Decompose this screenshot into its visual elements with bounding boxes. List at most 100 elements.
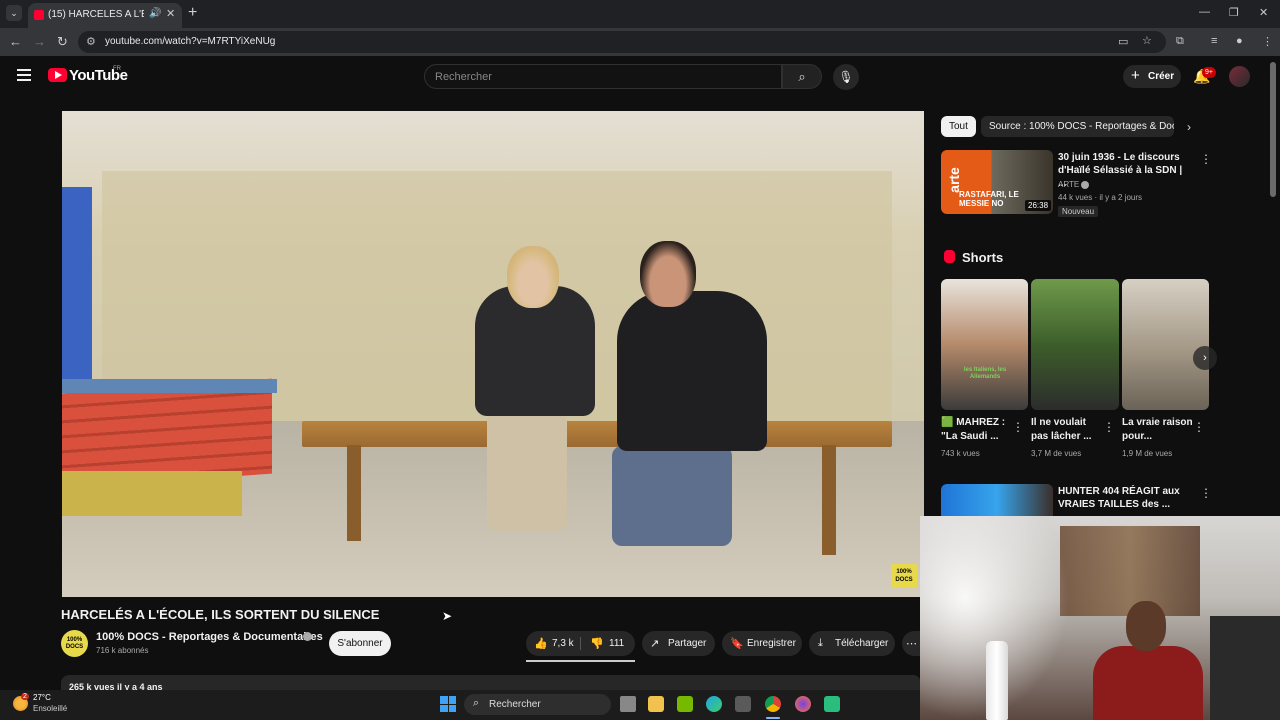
save-label: Enregistrer: [747, 638, 796, 649]
address-bar[interactable]: ⚙ youtube.com/watch?v=M7RTYiXeNUg ▭ ☆: [78, 31, 1166, 53]
browser-menu-icon[interactable]: ⋮: [1262, 35, 1273, 48]
close-window-icon[interactable]: ✕: [1259, 6, 1268, 19]
firefox-icon[interactable]: [795, 696, 811, 712]
task-view-icon[interactable]: [620, 696, 636, 712]
chevron-right-icon[interactable]: ›: [1193, 346, 1217, 370]
plus-icon: +: [1131, 67, 1140, 84]
recommended-title[interactable]: HUNTER 404 RÉAGIT aux VRAIES TAILLES des…: [1058, 485, 1198, 511]
menu-hamburger-icon[interactable]: [17, 69, 31, 84]
short-thumbnail[interactable]: les Italiens, les Allemands: [941, 279, 1028, 410]
chip-all[interactable]: Tout: [941, 116, 976, 137]
like-ratio-bar: [526, 660, 635, 662]
file-explorer-icon[interactable]: [648, 696, 664, 712]
youtube-favicon-icon: [34, 10, 44, 20]
search-icon[interactable]: ⌕: [782, 64, 822, 89]
account-avatar[interactable]: [1229, 66, 1250, 87]
page-scrollbar[interactable]: [1270, 62, 1276, 197]
video-title: HARCELÉS A L'ÉCOLE, ILS SORTENT DU SILEN…: [61, 607, 380, 622]
short-caption: les Italiens, les Allemands: [963, 367, 1007, 380]
speaker-icon[interactable]: 🔊: [149, 8, 161, 19]
download-label: Télécharger: [835, 638, 889, 649]
bench-leg: [822, 445, 836, 555]
youtube-logo-icon[interactable]: [48, 68, 67, 82]
subscribe-button[interactable]: S'abonner: [329, 631, 391, 656]
profile-icon[interactable]: ●: [1236, 35, 1243, 47]
like-count[interactable]: 7,3 k: [552, 638, 574, 649]
bookmark-star-icon[interactable]: ☆: [1142, 34, 1152, 47]
thumbs-down-icon[interactable]: 👎: [590, 637, 604, 650]
taskbar-search-label: Rechercher: [489, 699, 541, 710]
mouse-cursor-icon: ➤: [442, 609, 453, 623]
app-icon[interactable]: [824, 696, 840, 712]
scene-man: [562, 241, 767, 561]
scene-yellow-mat: [62, 471, 242, 516]
browser-tab[interactable]: (15) HARCELÉS A L'ÉCOLE, ILS SORTENT DU …: [28, 3, 182, 28]
bench-leg: [347, 445, 361, 541]
extensions-icon[interactable]: ⧉: [1176, 35, 1184, 48]
close-tab-icon[interactable]: ✕: [166, 7, 175, 20]
more-vertical-icon[interactable]: ⋮: [1193, 420, 1205, 434]
minimize-icon[interactable]: —: [1199, 6, 1210, 18]
more-actions-button[interactable]: ⋯: [902, 631, 920, 656]
dislike-count[interactable]: 111: [609, 638, 624, 649]
forward-icon[interactable]: →: [33, 34, 46, 49]
search-icon: ⌕: [473, 697, 480, 709]
short-views: 3,7 M de vues: [1031, 449, 1082, 458]
scene-top-mat: [62, 379, 277, 393]
recommended-thumbnail[interactable]: [941, 484, 1053, 518]
save-button[interactable]: 🔖 Enregistrer: [722, 631, 802, 656]
windows-start-icon[interactable]: [440, 696, 456, 712]
new-badge: Nouveau: [1058, 206, 1099, 217]
bookmark-icon: 🔖: [730, 638, 744, 650]
thumbs-up-icon[interactable]: 👍: [534, 637, 548, 650]
reload-icon[interactable]: ↻: [57, 34, 68, 50]
chip-source[interactable]: Source : 100% DOCS - Reportages & Docume…: [981, 116, 1174, 137]
more-vertical-icon[interactable]: ⋮: [1012, 420, 1024, 434]
back-icon[interactable]: ←: [9, 34, 22, 49]
channel-name[interactable]: 100% DOCS - Reportages & Documentaires: [96, 631, 323, 643]
create-label: Créer: [1148, 71, 1175, 82]
download-button[interactable]: ⤓ Télécharger: [809, 631, 895, 656]
share-button[interactable]: ↗ Partager: [642, 631, 715, 656]
recommended-channel[interactable]: ARTE: [1058, 180, 1079, 189]
more-vertical-icon[interactable]: ⋮: [1200, 486, 1212, 500]
more-vertical-icon[interactable]: ⋮: [1103, 420, 1115, 434]
verified-icon: [1081, 181, 1089, 189]
new-tab-icon[interactable]: +: [188, 4, 197, 22]
weather-alert-badge: 2: [21, 693, 29, 700]
short-thumbnail[interactable]: [1122, 279, 1209, 410]
search-input[interactable]: Rechercher: [424, 64, 782, 89]
short-title[interactable]: La vraie raison pour...: [1122, 416, 1194, 444]
tab-title: (15) HARCELÉS A L'ÉCOLE, ILS SORTENT DU …: [48, 9, 144, 20]
recommended-meta: 44 k vues · il y a 2 jours: [1058, 193, 1143, 202]
weather-temperature[interactable]: 27°C: [33, 693, 51, 702]
cast-icon[interactable]: ▭: [1118, 35, 1128, 48]
browser-tab-strip: ⌄ (15) HARCELÉS A L'ÉCOLE, ILS SORTENT D…: [0, 0, 1280, 28]
more-vertical-icon[interactable]: ⋮: [1200, 152, 1212, 166]
notification-count-badge: 9+: [1202, 67, 1216, 78]
weather-description[interactable]: Ensoleillé: [33, 704, 67, 713]
channel-watermark[interactable]: 100% DOCS: [891, 564, 917, 588]
microphone-icon[interactable]: 🎙: [833, 64, 859, 90]
shorts-icon: [944, 250, 955, 263]
short-thumbnail[interactable]: [1031, 279, 1119, 410]
url-text: youtube.com/watch?v=M7RTYiXeNUg: [105, 36, 276, 47]
video-player[interactable]: 100% DOCS: [62, 111, 924, 597]
create-button[interactable]: + Créer: [1123, 65, 1181, 88]
short-title[interactable]: 🟩 MAHREZ : "La Saudi ...: [941, 416, 1013, 444]
restore-icon[interactable]: ❐: [1229, 6, 1239, 19]
shorts-heading: Shorts: [962, 250, 1004, 265]
edge-icon[interactable]: [706, 696, 722, 712]
tab-search-icon[interactable]: ⌄: [6, 5, 22, 21]
taskbar-search[interactable]: ⌕ Rechercher: [464, 694, 611, 715]
nvidia-icon[interactable]: [677, 696, 693, 712]
scene-blue-mat: [62, 187, 92, 387]
reading-list-icon[interactable]: ≡: [1211, 35, 1217, 47]
site-info-icon[interactable]: ⚙: [86, 35, 96, 48]
channel-avatar[interactable]: 100% DOCS: [61, 630, 88, 657]
short-title[interactable]: Il ne voulait pas lâcher ...: [1031, 416, 1103, 444]
chevron-right-icon[interactable]: ›: [1187, 120, 1191, 134]
subscriber-count: 716 k abonnés: [96, 646, 149, 655]
store-icon[interactable]: [735, 696, 751, 712]
chrome-icon[interactable]: [765, 696, 781, 712]
